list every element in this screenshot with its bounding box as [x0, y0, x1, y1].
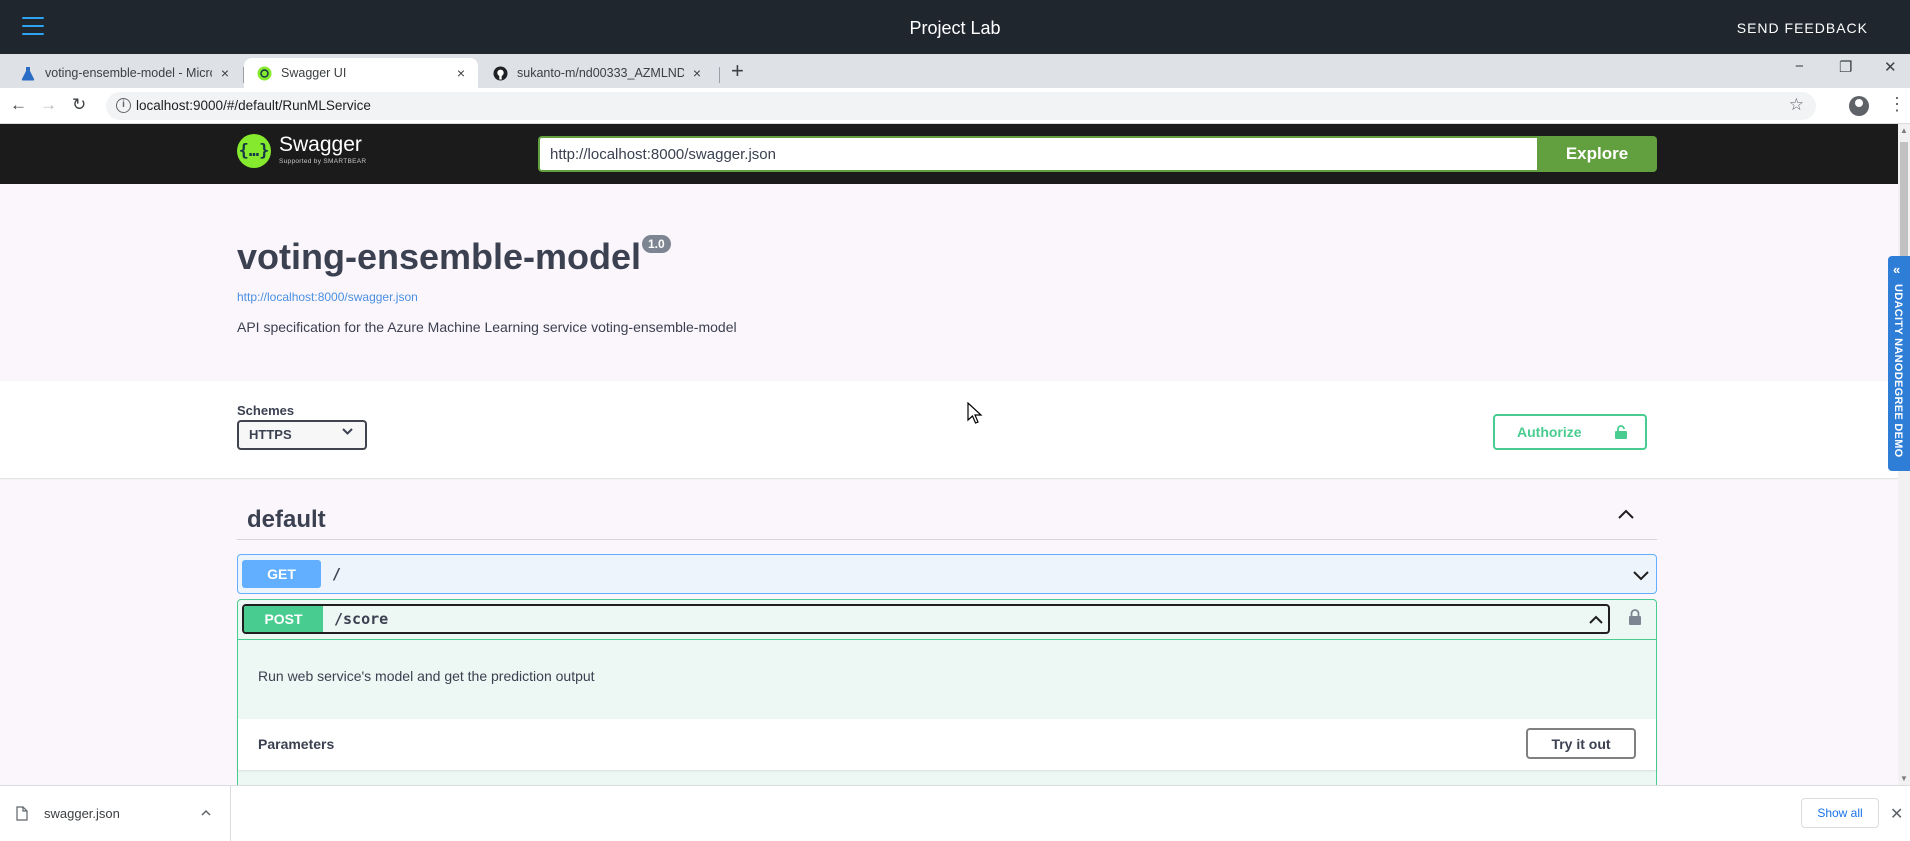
udacity-tab-label: UDACITY NANODEGREE DEMO	[1892, 284, 1904, 458]
project-lab-bar: Project Lab SEND FEEDBACK	[0, 0, 1910, 54]
parameters-header: Parameters Try it out	[238, 719, 1656, 770]
browser-tab-strip: voting-ensemble-model - Microsoft Azure …	[0, 54, 1910, 88]
method-badge-get: GET	[242, 560, 321, 588]
operation-body: Run web service's model and get the pred…	[238, 639, 1656, 770]
lock-icon[interactable]	[1628, 609, 1642, 625]
api-description: API specification for the Azure Machine …	[237, 319, 737, 335]
minimize-button[interactable]: −	[1795, 58, 1804, 75]
spec-url-input[interactable]	[538, 136, 1537, 172]
tab-title: Swagger UI	[281, 66, 347, 80]
udacity-side-tab[interactable]: « UDACITY NANODEGREE DEMO	[1888, 256, 1910, 471]
swagger-icon	[256, 65, 272, 81]
tab-github[interactable]: sukanto-m/nd00333_AZMLND_C ×	[480, 58, 714, 88]
maximize-button[interactable]: ❐	[1839, 58, 1852, 76]
api-info: voting-ensemble-model 1.0 http://localho…	[0, 184, 1898, 381]
swagger-topbar: {…} Swagger Supported by SMARTBEAR Explo…	[0, 124, 1898, 184]
profile-avatar-icon[interactable]	[1849, 96, 1869, 116]
operation-path: /score	[334, 610, 389, 628]
chevron-down-icon	[342, 425, 353, 440]
tab-title: sukanto-m/nd00333_AZMLND_C	[517, 66, 684, 80]
mouse-cursor-icon	[967, 402, 983, 424]
try-it-out-button[interactable]: Try it out	[1526, 728, 1636, 759]
github-icon	[492, 65, 508, 81]
double-chevron-left-icon: «	[1893, 262, 1901, 277]
scroll-up-icon[interactable]: ▲	[1900, 126, 1908, 135]
new-tab-button[interactable]: +	[731, 58, 744, 84]
close-icon[interactable]: ×	[454, 65, 468, 81]
tab-swagger-ui[interactable]: Swagger UI ×	[244, 58, 478, 88]
tab-title: voting-ensemble-model - Microsoft Azure …	[45, 66, 212, 80]
explore-button[interactable]: Explore	[1537, 136, 1657, 172]
window-close-button[interactable]: ✕	[1884, 58, 1897, 76]
authorize-button[interactable]: Authorize	[1493, 414, 1647, 450]
operation-path: /	[332, 565, 342, 583]
operation-post-score: POST /score Run web service's model and …	[237, 599, 1657, 785]
method-badge-post: POST	[244, 606, 323, 632]
browser-toolbar: ← → ↻ i localhost:9000/#/default/RunMLSe…	[0, 88, 1910, 124]
address-bar[interactable]: i localhost:9000/#/default/RunMLService …	[106, 92, 1816, 120]
download-shelf: swagger.json Show all ✕	[0, 785, 1910, 841]
operation-summary-post-score[interactable]: POST /score	[242, 604, 1610, 634]
chevron-down-icon[interactable]	[1632, 566, 1650, 584]
flask-icon	[20, 65, 36, 81]
schemes-select[interactable]: HTTPS	[237, 420, 367, 450]
authorize-label: Authorize	[1517, 424, 1582, 440]
reload-icon[interactable]: ↻	[72, 95, 86, 115]
lab-title: Project Lab	[909, 18, 1001, 38]
spec-link[interactable]: http://localhost:8000/swagger.json	[237, 290, 418, 304]
show-all-button[interactable]: Show all	[1801, 798, 1879, 828]
url-text[interactable]: localhost:9000/#/default/RunMLService	[136, 98, 371, 113]
chevron-up-icon[interactable]	[200, 807, 212, 819]
api-title: voting-ensemble-model	[237, 236, 642, 277]
chevron-up-icon[interactable]	[1617, 506, 1635, 524]
tab-separator	[719, 67, 720, 83]
tab-azure-ml[interactable]: voting-ensemble-model - Microsoft Azure …	[8, 58, 242, 88]
swagger-logo[interactable]: {…} Swagger Supported by SMARTBEAR	[237, 134, 366, 168]
scroll-down-icon[interactable]: ▼	[1900, 774, 1908, 783]
download-item[interactable]: swagger.json	[0, 786, 231, 841]
swagger-logo-subtitle: Supported by SMARTBEAR	[279, 158, 367, 165]
scrollbar-thumb[interactable]	[1900, 142, 1908, 262]
operation-get-root[interactable]: GET /	[237, 554, 1657, 594]
back-icon[interactable]: ←	[10, 95, 27, 115]
chevron-up-icon[interactable]	[1588, 612, 1604, 628]
tag-header-default[interactable]: default	[237, 496, 1657, 540]
parameters-title: Parameters	[258, 736, 335, 752]
close-icon[interactable]: ×	[690, 65, 704, 81]
swagger-logo-text: Swagger	[279, 133, 362, 156]
page-viewport: {…} Swagger Supported by SMARTBEAR Explo…	[0, 124, 1898, 785]
operation-description: Run web service's model and get the pred…	[258, 668, 595, 684]
schemes-selected-value: HTTPS	[249, 427, 292, 442]
forward-icon[interactable]: →	[40, 95, 57, 115]
send-feedback-button[interactable]: SEND FEEDBACK	[1737, 20, 1868, 36]
file-icon	[16, 806, 28, 821]
tag-title: default	[247, 506, 326, 533]
swagger-logo-icon: {…}	[237, 134, 271, 168]
close-icon[interactable]: ×	[218, 65, 232, 81]
info-icon[interactable]: i	[116, 98, 131, 113]
bookmark-star-icon[interactable]: ☆	[1789, 95, 1804, 115]
schemes-section: Schemes HTTPS Authorize	[0, 381, 1898, 479]
version-badge: 1.0	[642, 235, 671, 253]
browser-menu-icon[interactable]: ⋮	[1888, 94, 1906, 115]
operations-section: default GET / POST /score Run web servic…	[0, 480, 1898, 785]
schemes-label: Schemes	[237, 403, 295, 418]
download-filename: swagger.json	[44, 806, 120, 821]
unlocked-icon	[1615, 425, 1627, 439]
close-icon[interactable]: ✕	[1890, 804, 1903, 824]
